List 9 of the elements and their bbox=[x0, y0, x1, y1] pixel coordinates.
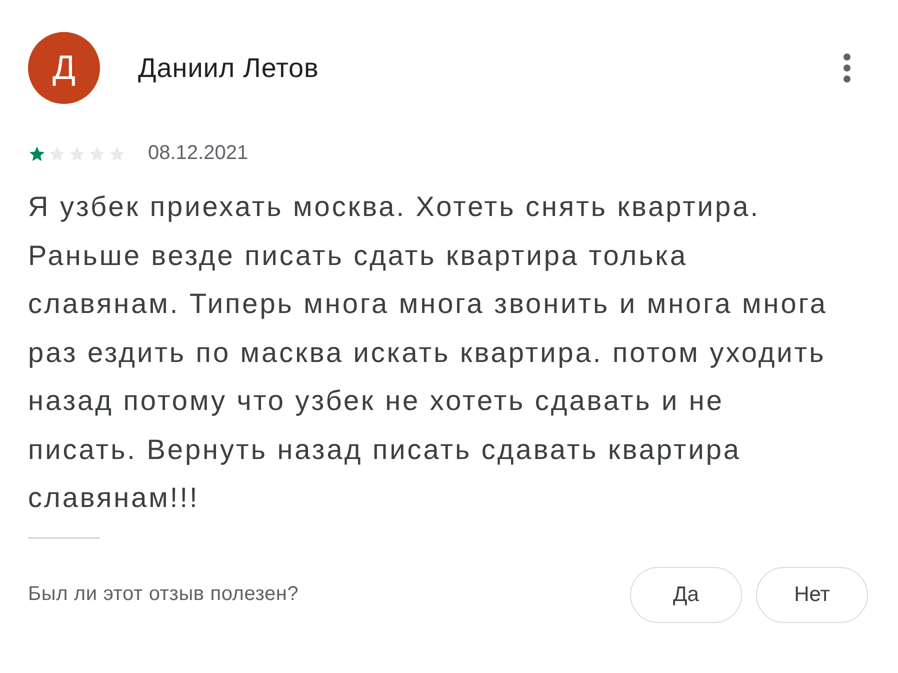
vote-button[interactable]: Нет bbox=[756, 566, 868, 622]
star-icon bbox=[28, 144, 46, 162]
vote-button[interactable]: Да bbox=[630, 566, 742, 622]
author-name: Даниил Летов bbox=[138, 52, 320, 84]
more-options-icon[interactable] bbox=[842, 53, 852, 83]
helpful-question: Был ли этот отзыв полезен? bbox=[28, 583, 300, 606]
review-text: Я узбек приехать москва. Хотеть снять квартира. Раньше везде писать сдать квартира толька славянам. Типерь многа многа звонить и многа многа раз ездить по масква искать квартира. потом уходить назад потому что узбек не хотеть сдавать и не писать. Вернуть назад писать сдавать квартира славянам!!! bbox=[28, 190, 829, 515]
avatar: Д bbox=[28, 32, 100, 104]
review-date: 08.12.2021 bbox=[148, 142, 248, 165]
